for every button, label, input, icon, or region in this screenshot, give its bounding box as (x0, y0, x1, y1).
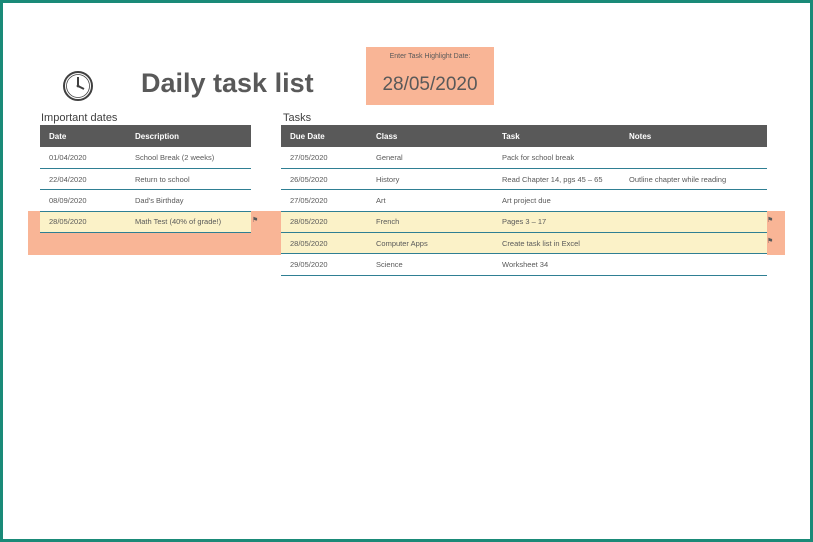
task-cell[interactable]: Art project due (493, 189, 620, 212)
description-cell[interactable]: Math Test (40% of grade!) (126, 211, 251, 234)
date-cell[interactable]: 22/04/2020 (40, 168, 126, 191)
column-header-due-date[interactable]: Due Date (281, 125, 367, 147)
table-row[interactable]: 29/05/2020 Science Worksheet 34 (281, 253, 767, 276)
description-cell[interactable]: Dad's Birthday (126, 189, 251, 212)
class-cell[interactable]: Science (367, 253, 493, 276)
date-cell[interactable]: 28/05/2020 (40, 211, 126, 234)
class-cell[interactable]: Art (367, 189, 493, 212)
table-row[interactable]: 27/05/2020 Art Art project due (281, 189, 767, 212)
page-title: Daily task list (141, 68, 314, 98)
flag-icon: ⚑ (252, 217, 259, 224)
table-row[interactable]: 01/04/2020 School Break (2 weeks) (40, 147, 251, 169)
task-cell[interactable]: Pack for school break (493, 147, 620, 169)
notes-cell[interactable] (620, 232, 767, 255)
task-cell[interactable]: Create task list in Excel (493, 232, 620, 255)
due-date-cell[interactable]: 28/05/2020 (281, 211, 367, 234)
highlight-date-label: Enter Task Highlight Date: (389, 53, 471, 60)
class-cell[interactable]: French (367, 211, 493, 234)
notes-cell[interactable] (620, 147, 767, 169)
task-cell[interactable]: Worksheet 34 (493, 253, 620, 276)
table-row[interactable]: 26/05/2020 History Read Chapter 14, pgs 45… (281, 168, 767, 191)
due-date-cell[interactable]: 26/05/2020 (281, 168, 367, 191)
highlight-date-input[interactable]: 28/05/2020 (366, 74, 494, 96)
important-dates-title: Important dates (41, 112, 118, 124)
table-row[interactable]: 27/05/2020 General Pack for school break (281, 147, 767, 169)
due-date-cell[interactable]: 28/05/2020 (281, 232, 367, 255)
table-header-row: Due Date Class Task Notes (281, 125, 767, 147)
class-cell[interactable]: Computer Apps (367, 232, 493, 255)
table-row[interactable]: 28/05/2020 Computer Apps Create task list … (281, 232, 767, 255)
description-cell[interactable]: School Break (2 weeks) (126, 147, 251, 169)
notes-cell[interactable]: Outline chapter while reading (620, 168, 767, 191)
notes-cell[interactable] (620, 253, 767, 276)
clock-icon (63, 71, 93, 101)
tasks-table: Due Date Class Task Notes 27/05/2020 Gene… (281, 125, 767, 276)
notes-cell[interactable] (620, 189, 767, 212)
column-header-date[interactable]: Date (40, 125, 126, 147)
column-header-notes[interactable]: Notes (620, 125, 767, 147)
table-row[interactable]: 28/05/2020 Math Test (40% of grade!) (40, 211, 251, 234)
column-header-task[interactable]: Task (493, 125, 620, 147)
table-row[interactable]: 22/04/2020 Return to school (40, 168, 251, 191)
column-header-description[interactable]: Description (126, 125, 251, 147)
table-header-row: Date Description (40, 125, 251, 147)
notes-cell[interactable] (620, 211, 767, 234)
class-cell[interactable]: General (367, 147, 493, 169)
task-cell[interactable]: Pages 3 – 17 (493, 211, 620, 234)
important-dates-table: Date Description 01/04/2020 School Break … (40, 125, 251, 234)
flag-icon: ⚑ (767, 238, 774, 245)
class-cell[interactable]: History (367, 168, 493, 191)
tasks-title: Tasks (283, 112, 312, 124)
due-date-cell[interactable]: 27/05/2020 (281, 189, 367, 212)
due-date-cell[interactable]: 29/05/2020 (281, 253, 367, 276)
due-date-cell[interactable]: 27/05/2020 (281, 147, 367, 169)
flag-icon: ⚑ (767, 217, 774, 224)
table-row[interactable]: 28/05/2020 French Pages 3 – 17 (281, 211, 767, 234)
date-cell[interactable]: 01/04/2020 (40, 147, 126, 169)
description-cell[interactable]: Return to school (126, 168, 251, 191)
date-cell[interactable]: 08/09/2020 (40, 189, 126, 212)
column-header-class[interactable]: Class (367, 125, 493, 147)
highlight-date-box[interactable]: Enter Task Highlight Date: 28/05/2020 (366, 47, 494, 105)
table-row[interactable]: 08/09/2020 Dad's Birthday (40, 189, 251, 212)
task-cell[interactable]: Read Chapter 14, pgs 45 – 65 (493, 168, 620, 191)
